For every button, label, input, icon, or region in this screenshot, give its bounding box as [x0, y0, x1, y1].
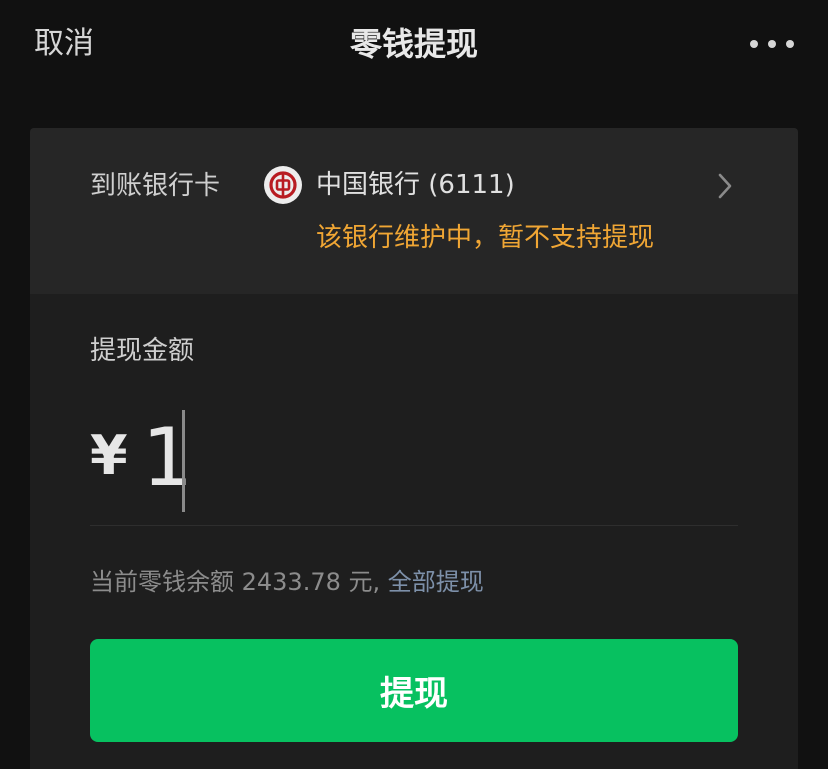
- chevron-right-icon[interactable]: [714, 172, 736, 200]
- more-dots-icon[interactable]: [750, 38, 794, 50]
- withdraw-page: 取消 零钱提现 到账银行卡 中国银行 (6111) 该银行维护中，暂不支持提现: [0, 0, 828, 769]
- balance-info: 当前零钱余额 2433.78 元, 全部提现: [90, 565, 484, 599]
- more-dot: [750, 40, 758, 48]
- withdraw-button[interactable]: 提现: [90, 639, 738, 742]
- bank-card-label: 到账银行卡: [90, 171, 221, 201]
- bank-of-china-logo-icon: [264, 166, 302, 204]
- balance-text: 当前零钱余额 2433.78 元,: [90, 568, 388, 596]
- currency-symbol: ¥: [90, 424, 128, 487]
- navigation-bar: 取消 零钱提现: [0, 0, 828, 90]
- page-title: 零钱提现: [349, 25, 478, 63]
- text-cursor: [182, 410, 185, 512]
- bank-maintenance-warning: 该银行维护中，暂不支持提现: [316, 223, 655, 253]
- bank-card-selector[interactable]: 到账银行卡 中国银行 (6111) 该银行维护中，暂不支持提现: [30, 128, 798, 294]
- more-dot: [786, 40, 794, 48]
- more-dot: [768, 40, 776, 48]
- bank-name: 中国银行 (6111): [316, 170, 515, 200]
- divider: [90, 525, 738, 526]
- withdraw-card: 到账银行卡 中国银行 (6111) 该银行维护中，暂不支持提现 提现金额 ¥ 1: [30, 128, 798, 769]
- amount-value: 1: [142, 411, 193, 504]
- amount-input[interactable]: ¥ 1: [90, 408, 738, 512]
- withdraw-all-link[interactable]: 全部提现: [388, 568, 484, 596]
- amount-label: 提现金额: [90, 336, 195, 366]
